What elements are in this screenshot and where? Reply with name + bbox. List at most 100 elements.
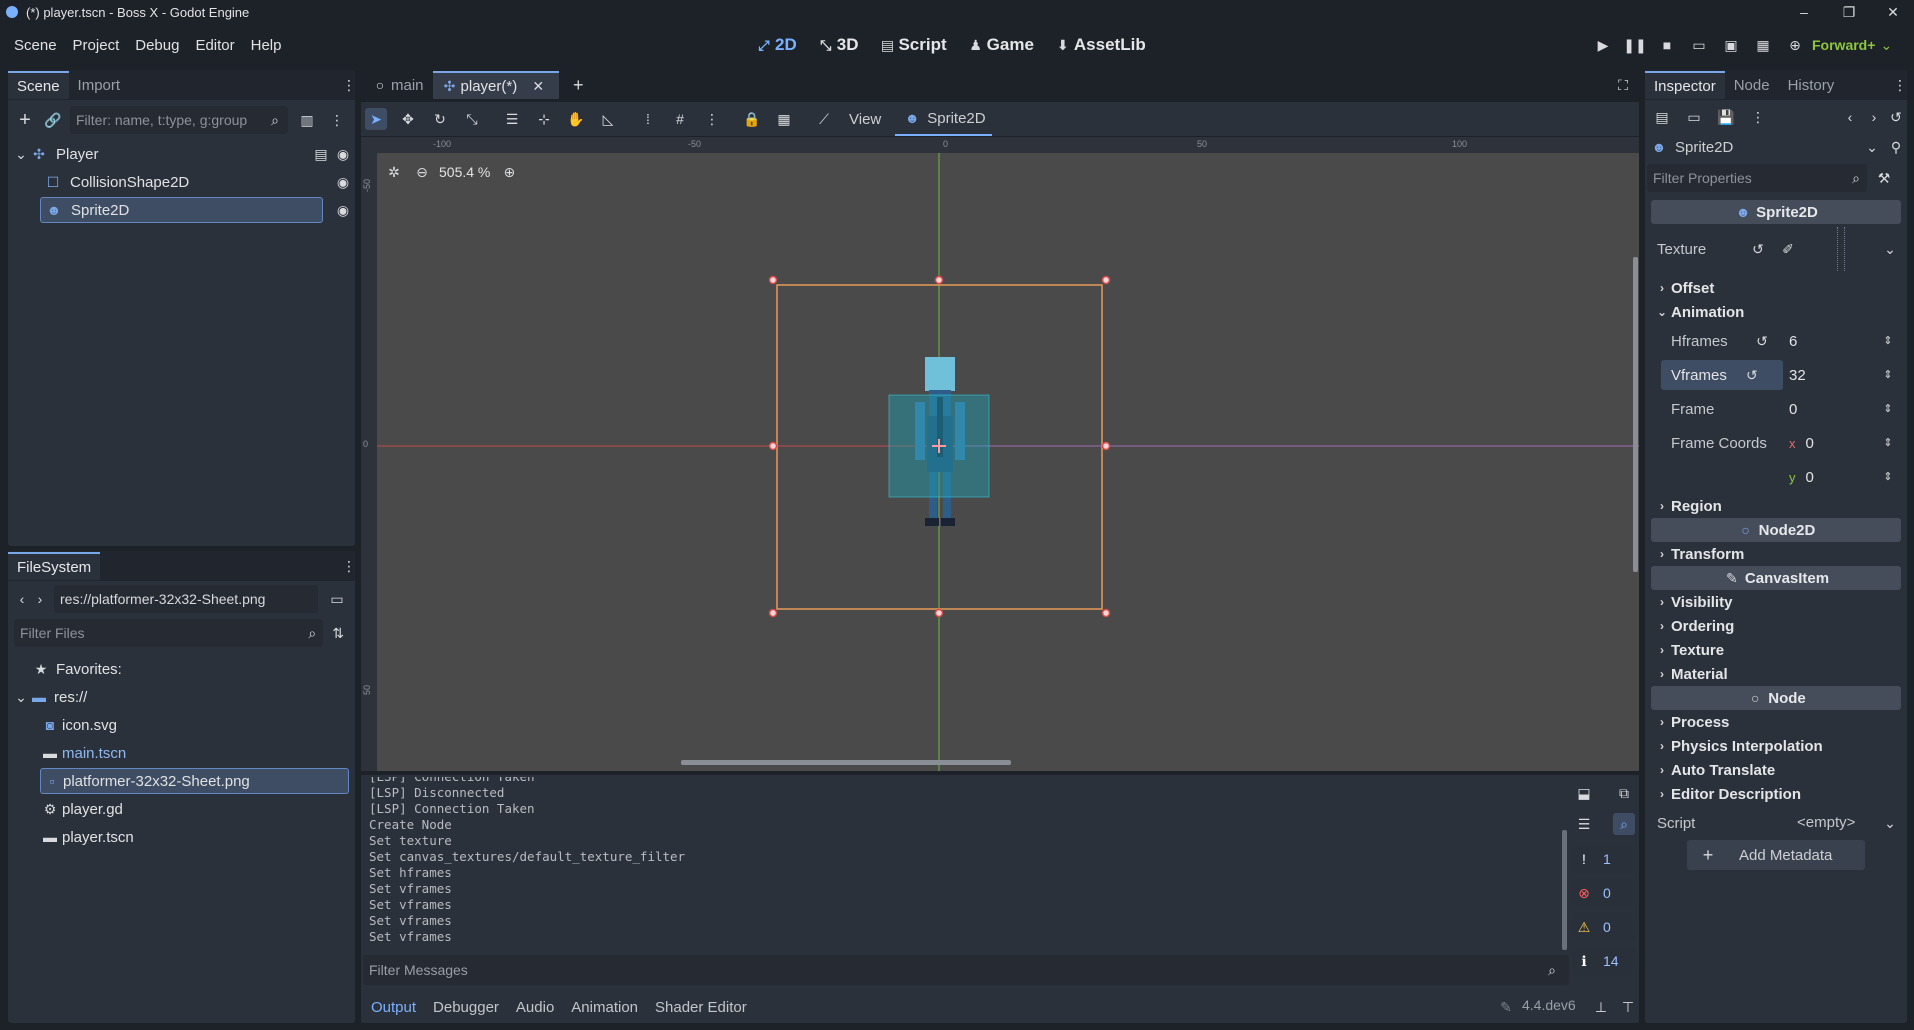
chevron-down-icon[interactable]: ⌄ <box>1879 812 1901 834</box>
tree-item-player[interactable]: ⌄ ✣ Player ▤ ◉ <box>8 140 355 168</box>
tab-scene[interactable]: Scene <box>8 71 69 99</box>
script-value[interactable]: <empty> <box>1797 814 1855 831</box>
forward-icon[interactable]: › <box>32 588 48 610</box>
warning-count-button[interactable]: ⚠ 0 <box>1573 913 1635 941</box>
tree-item-collisionshape2d[interactable]: ☐ CollisionShape2D ◉ <box>8 168 355 196</box>
lock-icon[interactable]: 🔒 <box>741 108 763 130</box>
filter-properties-input[interactable]: Filter Properties ⌕ <box>1647 164 1867 192</box>
pin-panel-icon[interactable]: ⊥ <box>1590 996 1612 1018</box>
group-icon[interactable]: ▦ <box>773 108 795 130</box>
tab-shader-editor[interactable]: Shader Editor <box>655 999 747 1016</box>
open-resource-icon[interactable]: ▭ <box>1683 106 1705 128</box>
skeleton-bone-icon[interactable]: ⟋ <box>813 108 835 130</box>
tab-inspector[interactable]: Inspector <box>1645 71 1725 99</box>
visibility-eye-icon[interactable]: ◉ <box>332 199 354 221</box>
menu-debug[interactable]: Debug <box>135 37 179 54</box>
distraction-free-icon[interactable]: ⛶ <box>1612 74 1634 96</box>
category-auto-translate[interactable]: › Auto Translate <box>1651 758 1901 782</box>
history-forward-icon[interactable]: › <box>1863 106 1885 128</box>
file-item-icon-svg[interactable]: ◙ icon.svg <box>8 711 355 739</box>
hframes-spinbox[interactable]: 6 ⇕ <box>1783 327 1899 355</box>
category-physics-interpolation[interactable]: › Physics Interpolation <box>1651 734 1901 758</box>
object-history-icon[interactable]: ↺ <box>1885 106 1907 128</box>
sort-icon[interactable]: ⇅ <box>327 622 349 644</box>
expand-panel-icon[interactable]: ⊤ <box>1617 996 1639 1018</box>
tab-node[interactable]: Node <box>1725 71 1779 99</box>
info-count-button[interactable]: ℹ 14 <box>1573 947 1635 975</box>
maximize-icon[interactable]: ❐ <box>1838 1 1860 23</box>
category-transform[interactable]: › Transform <box>1651 542 1901 566</box>
move-tool-icon[interactable]: ✥ <box>397 108 419 130</box>
menu-editor[interactable]: Editor <box>195 37 234 54</box>
toggle-split-icon[interactable]: ▭ <box>326 588 348 610</box>
tab-filesystem[interactable]: FileSystem <box>8 552 101 580</box>
object-selector[interactable]: ☻ Sprite2D ⌄ ⚲ <box>1645 134 1907 160</box>
menu-project[interactable]: Project <box>73 37 120 54</box>
category-editor-description[interactable]: › Editor Description <box>1651 782 1901 806</box>
workspace-2d-button[interactable]: ⤢ 2D <box>753 34 796 56</box>
filter-messages-input[interactable]: Filter Messages ⌕ <box>363 955 1569 985</box>
close-tab-icon[interactable]: ✕ <box>527 75 549 97</box>
history-back-icon[interactable]: ‹ <box>1839 106 1861 128</box>
view-menu-button[interactable]: View <box>849 111 881 128</box>
play-custom-scene-icon[interactable]: ▦ <box>1752 34 1774 56</box>
favorites-item[interactable]: ★ Favorites: <box>8 655 355 683</box>
back-icon[interactable]: ‹ <box>14 588 30 610</box>
visibility-eye-icon[interactable]: ◉ <box>332 143 354 165</box>
tab-main[interactable]: ○ main <box>361 71 433 99</box>
object-tools-icon[interactable]: ⚲ <box>1885 136 1907 158</box>
error-count-button[interactable]: ⊗ 0 <box>1573 879 1635 907</box>
scale-tool-icon[interactable]: ⤡ <box>461 108 483 130</box>
dock-menu-icon[interactable]: ⋮ <box>338 74 360 96</box>
visibility-eye-icon[interactable]: ◉ <box>332 171 354 193</box>
instantiate-scene-icon[interactable]: 🔗 <box>42 109 64 131</box>
category-visibility[interactable]: › Visibility <box>1651 590 1901 614</box>
category-offset[interactable]: › Offset <box>1651 276 1901 300</box>
file-item-player-gd[interactable]: ⚙ player.gd <box>8 795 355 823</box>
workspace-assetlib-button[interactable]: ⬇ AssetLib <box>1052 34 1146 56</box>
category-ordering[interactable]: › Ordering <box>1651 614 1901 638</box>
menu-help[interactable]: Help <box>251 37 282 54</box>
ruler-tool-icon[interactable]: ◺ <box>597 108 619 130</box>
collapse-duplicates-icon[interactable]: ☰ <box>1573 813 1595 835</box>
frame-coords-y-spinbox[interactable]: y 0 ⇕ <box>1783 463 1899 491</box>
category-animation[interactable]: ⌄ Animation <box>1651 300 1901 324</box>
dock-menu-icon[interactable]: ⋮ <box>1889 74 1911 96</box>
clear-output-icon[interactable]: ⬓ <box>1573 782 1595 804</box>
new-resource-icon[interactable]: ▤ <box>1651 106 1673 128</box>
dock-menu-icon[interactable]: ⋮ <box>338 555 360 577</box>
tab-import[interactable]: Import <box>69 71 130 99</box>
workspace-script-button[interactable]: ▤ Script <box>876 34 947 56</box>
copy-output-icon[interactable]: ⧉ <box>1613 782 1635 804</box>
stop-icon[interactable]: ■ <box>1656 34 1678 56</box>
save-resource-icon[interactable]: 💾 <box>1715 106 1737 128</box>
frame-coords-x-spinbox[interactable]: x 0 ⇕ <box>1783 429 1899 457</box>
filter-files-input[interactable]: Filter Files ⌕ <box>14 619 324 647</box>
select-tool-icon[interactable]: ➤ <box>365 108 387 130</box>
texture-preview[interactable] <box>1801 227 1883 271</box>
tab-player[interactable]: ✣ player(*) ✕ <box>432 71 560 99</box>
pivot-tool-icon[interactable]: ⊹ <box>533 108 555 130</box>
snap-options-icon[interactable]: ⋮ <box>701 108 723 130</box>
play-icon[interactable]: ▶ <box>1592 34 1614 56</box>
menu-scene[interactable]: Scene <box>14 37 57 54</box>
frame-spinbox[interactable]: 0 ⇕ <box>1783 395 1899 423</box>
close-window-icon[interactable]: ✕ <box>1882 1 1904 23</box>
tree-item-sprite2d[interactable]: ☻ Sprite2D ◉ <box>8 196 355 224</box>
script-attached-icon[interactable]: ▤ <box>310 143 332 165</box>
message-count-button[interactable]: ! 1 <box>1573 845 1635 873</box>
tab-audio[interactable]: Audio <box>516 999 554 1016</box>
vframes-spinbox[interactable]: 32 ⇕ <box>1783 361 1899 389</box>
remote-debug-icon[interactable]: ▭ <box>1688 34 1710 56</box>
attach-script-icon[interactable]: ▥ <box>296 109 318 131</box>
add-tab-icon[interactable]: + <box>567 74 589 96</box>
file-item-spritesheet[interactable]: ▫ platformer-32x32-Sheet.png <box>8 767 355 795</box>
category-material[interactable]: › Material <box>1651 662 1901 686</box>
renderer-select[interactable]: Forward+ <box>1812 37 1875 53</box>
scene-tree-menu-icon[interactable]: ⋮ <box>326 109 348 131</box>
search-toggle-icon[interactable]: ⌕ <box>1613 813 1635 835</box>
rotate-tool-icon[interactable]: ↻ <box>429 108 451 130</box>
sprite2d-menu-button[interactable]: ☻ Sprite2D <box>895 102 992 136</box>
add-node-icon[interactable]: + <box>14 109 36 131</box>
category-texture[interactable]: › Texture <box>1651 638 1901 662</box>
